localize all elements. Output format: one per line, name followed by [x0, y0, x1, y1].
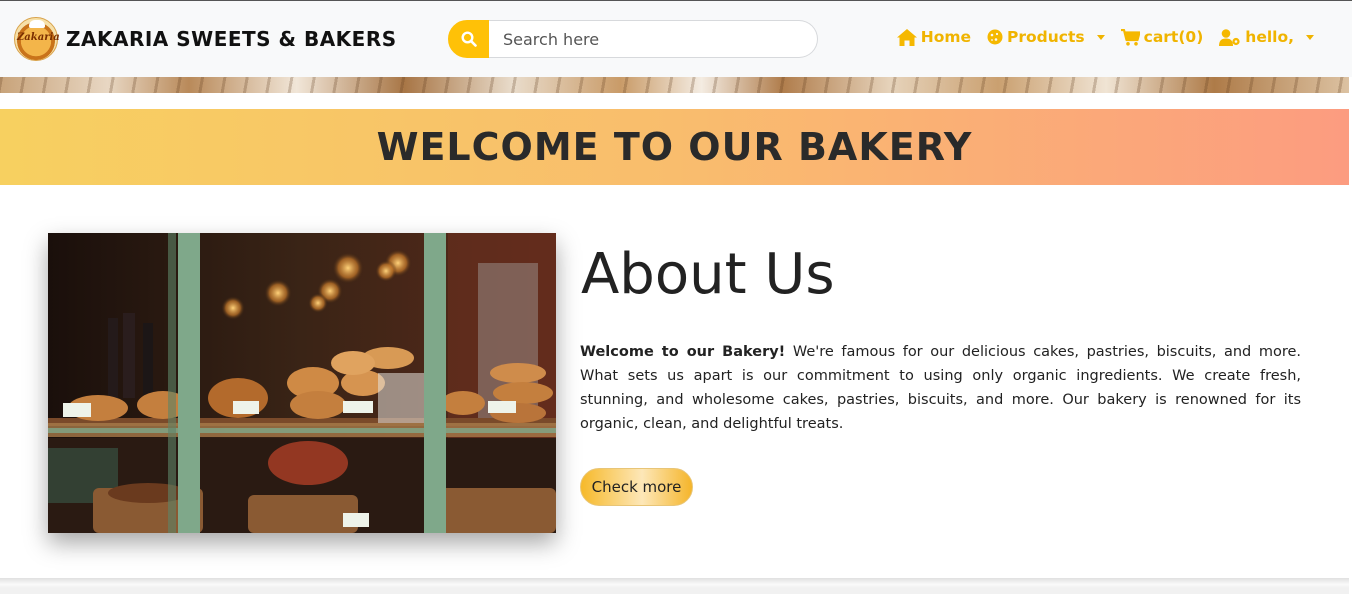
- welcome-title: WELCOME TO OUR BAKERY: [376, 125, 973, 169]
- brand-logo: Zakaria: [14, 17, 60, 61]
- cookie-icon: [987, 29, 1003, 45]
- about-intro-bold: Welcome to our Bakery!: [580, 344, 786, 360]
- about-title: About Us: [581, 242, 835, 307]
- search-icon: [460, 31, 477, 47]
- search-input[interactable]: [489, 20, 818, 58]
- user-gear-icon: [1219, 28, 1240, 46]
- nav-products-dropdown[interactable]: Products: [987, 28, 1105, 46]
- nav-cart[interactable]: cart(0): [1120, 28, 1204, 46]
- cart-icon: [1120, 28, 1140, 46]
- chevron-down-icon: [1096, 34, 1105, 40]
- logo-text: Zakaria: [17, 32, 60, 43]
- check-more-button[interactable]: Check more: [580, 468, 693, 506]
- navbar: Zakaria ZAKARIA SWEETS & BAKERS Home Pr: [0, 1, 1352, 77]
- welcome-banner: WELCOME TO OUR BAKERY: [0, 109, 1349, 185]
- hero-image-strip: [0, 77, 1349, 93]
- home-icon: [896, 28, 917, 46]
- chef-hat-icon: [29, 20, 45, 28]
- search-form: [448, 20, 818, 58]
- bakery-window-illustration: [48, 233, 556, 533]
- brand-name: ZAKARIA SWEETS & BAKERS: [66, 27, 397, 51]
- nav-user-label: hello,: [1245, 28, 1294, 46]
- bakery-shopfront-image: [48, 233, 556, 533]
- brand[interactable]: Zakaria ZAKARIA SWEETS & BAKERS: [14, 15, 397, 63]
- nav-cart-label: cart(0): [1143, 28, 1204, 46]
- about-description: Welcome to our Bakery! We're famous for …: [580, 340, 1301, 436]
- nav-products-label: Products: [1007, 28, 1085, 46]
- search-button[interactable]: [448, 20, 489, 58]
- chevron-down-icon: [1306, 34, 1314, 40]
- nav-user-dropdown[interactable]: hello,: [1219, 28, 1314, 46]
- nav-home[interactable]: Home: [896, 28, 972, 46]
- main-nav: Home Products cart(0) hello,: [896, 28, 1314, 46]
- section-divider: [0, 578, 1349, 594]
- nav-home-label: Home: [920, 28, 972, 46]
